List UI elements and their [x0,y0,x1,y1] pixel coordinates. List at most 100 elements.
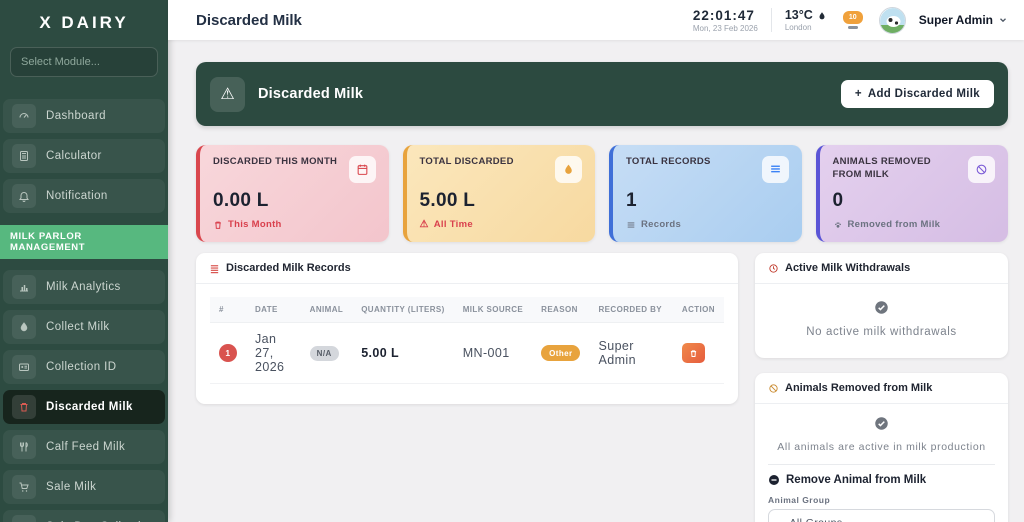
sidebar-item-notification[interactable]: Notification [3,179,165,213]
add-button-label: Add Discarded Milk [867,88,980,100]
user-menu[interactable]: Super Admin [919,13,1008,27]
stat-footer: This Month [228,219,282,230]
warning-icon: ⚠ [210,76,245,112]
right-column: Active Milk Withdrawals No active milk w… [755,253,1008,522]
table-header-row: # Date Animal Quantity (Liters) Milk Sou… [210,297,724,323]
active-milk-withdrawals-panel: Active Milk Withdrawals No active milk w… [755,253,1008,358]
animal-group-select[interactable]: -- All Groups -- [768,509,995,522]
check-circle-icon [875,417,888,430]
check-circle-icon [875,301,888,314]
droplet-icon [555,156,582,183]
table-row: 1 Jan 27, 2026 N/A 5.00 L MN-001 Other S… [210,322,724,384]
sidebar-item-sale-due-collection[interactable]: Sale Due Collection [3,510,165,522]
stat-value: 1 [626,190,637,211]
calculator-icon [12,144,36,168]
stat-card-total-records: TOTAL RECORDS 1 Records [609,145,802,242]
sidebar: X DAIRY Select Module... Dashboard Calcu… [0,0,168,522]
user-avatar[interactable] [878,6,906,34]
droplet-icon [12,315,36,339]
records-table: # Date Animal Quantity (Liters) Milk Sou… [210,297,724,384]
discarded-milk-records-panel: Discarded Milk Records # Date Animal Qua… [196,253,738,404]
col-date: Date [246,297,301,323]
user-name: Super Admin [918,13,993,27]
col-action: Action [672,297,724,323]
sidebar-item-label: Sale Milk [46,481,97,493]
utensils-icon [12,435,36,459]
row-milk-source: MN-001 [453,322,533,384]
delete-record-button[interactable] [681,343,705,363]
records-panel-title: Discarded Milk Records [226,262,351,274]
sidebar-item-label: Collection ID [46,361,117,373]
main-area: Discarded Milk 22:01:47 Mon, 23 Feb 2026… [168,0,1024,522]
stat-footer: All Time [433,219,473,230]
sidebar-item-label: Milk Analytics [46,281,121,293]
trash-icon [12,395,36,419]
weather-widget: 13°C London [785,8,827,32]
bell-icon [12,184,36,208]
weather-temp: 13°C [784,8,813,22]
clock-time: 22:01:47 [692,7,755,23]
row-date: Jan 27, 2026 [246,322,301,384]
discarded-milk-banner: ⚠ Discarded Milk + Add Discarded Milk [196,62,1008,126]
sidebar-item-collection-id[interactable]: Collection ID [3,350,165,384]
sidebar-item-label: Calf Feed Milk [46,441,126,453]
page-title: Discarded Milk [196,11,302,29]
stat-card-discarded-this-month: DISCARDED THIS MONTH 0.00 L This Month [196,145,389,242]
list-icon [210,264,219,273]
col-milk-source: Milk Source [453,297,533,323]
row-recorded-by: Super Admin [589,322,673,384]
top-header: Discarded Milk 22:01:47 Mon, 23 Feb 2026… [168,0,1024,40]
module-select[interactable]: Select Module... [10,47,158,77]
divider [768,464,995,465]
trash-icon [215,221,221,229]
page-content: ⚠ Discarded Milk + Add Discarded Milk DI… [168,40,1024,522]
col-index: # [210,297,246,323]
add-discarded-milk-button[interactable]: + Add Discarded Milk [840,80,994,108]
sidebar-section-milk-parlor: MILK PARLOR MANAGEMENT [0,225,168,259]
calendar-icon [348,156,376,183]
animals-removed-panel-title: Animals Removed from Milk [785,382,933,394]
warning-icon: ⚠ [419,219,429,230]
plus-icon: + [854,88,862,100]
notification-count-badge: 10 [842,11,863,24]
notification-chat-icon[interactable]: 10 [840,9,866,31]
animal-group-selected-value: -- All Groups -- [779,517,854,522]
bar-chart-icon [12,275,36,299]
sidebar-item-label: Discarded Milk [46,401,133,413]
animals-removed-empty-text: All animals are active in milk productio… [777,441,986,453]
row-reason-badge: Other [541,345,581,362]
sidebar-item-dashboard[interactable]: Dashboard [3,99,165,133]
sidebar-item-label: Dashboard [46,110,106,122]
remove-animal-form-title: Remove Animal from Milk [786,474,927,486]
sidebar-item-collect-milk[interactable]: Collect Milk [3,310,165,344]
module-select-placeholder: Select Module... [21,56,100,68]
ban-icon [769,383,778,393]
stat-title: DISCARDED THIS MONTH [213,156,338,167]
sidebar-item-label: Notification [46,190,108,202]
stat-title: TOTAL DISCARDED [419,156,514,167]
sidebar-item-calculator[interactable]: Calculator [3,139,165,173]
stat-value: 0.00 L [213,190,269,211]
stat-footer: Removed from Milk [847,219,941,230]
col-recorded-by: Recorded By [589,297,673,323]
stat-title: TOTAL RECORDS [626,156,711,167]
notification-icon-base [847,26,858,29]
withdrawals-panel-title: Active Milk Withdrawals [785,262,911,274]
cart-icon [12,475,36,499]
row-quantity: 5.00 L [352,322,454,384]
col-reason: Reason [532,297,590,323]
paw-icon [834,221,841,228]
chevron-down-icon [1000,18,1006,23]
animal-group-label: Animal Group [768,495,831,505]
gauge-icon [12,104,36,128]
sidebar-item-sale-milk[interactable]: Sale Milk [3,470,165,504]
col-quantity: Quantity (Liters) [352,297,454,323]
sidebar-item-discarded-milk[interactable]: Discarded Milk [3,390,165,424]
trash-icon [690,349,697,357]
col-animal: Animal [300,297,353,323]
sidebar-item-calf-feed-milk[interactable]: Calf Feed Milk [3,430,165,464]
withdrawals-empty-text: No active milk withdrawals [806,326,957,338]
sidebar-item-label: Collect Milk [46,321,110,333]
sidebar-item-milk-analytics[interactable]: Milk Analytics [3,270,165,304]
humidity-droplet-icon [819,12,825,20]
